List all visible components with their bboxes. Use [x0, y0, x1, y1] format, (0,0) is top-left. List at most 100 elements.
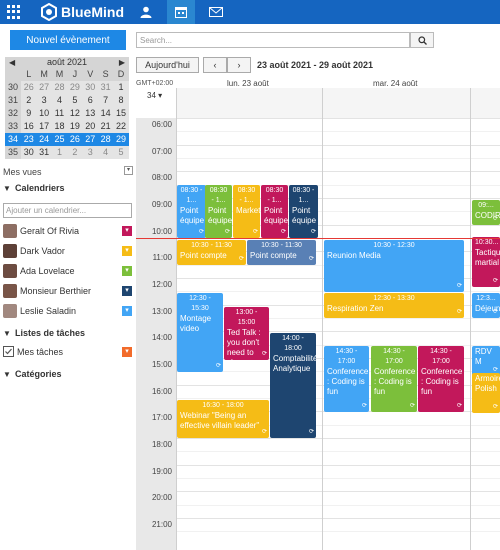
prev-month-icon[interactable]: ◀	[9, 57, 15, 68]
mini-calendar-day[interactable]: 20	[82, 120, 98, 133]
mini-calendar-day[interactable]: 9	[21, 107, 37, 120]
calendar-event[interactable]: 08:30 - 1... Marketing ⟳	[233, 185, 260, 238]
calendar-event[interactable]: 08:30 - 1... Point équipe ⟳	[205, 185, 232, 238]
calendar-color-dropdown[interactable]: ▾	[122, 246, 132, 256]
mini-calendar-day[interactable]: 2	[21, 94, 37, 107]
task-color-dropdown[interactable]: ▾	[122, 347, 132, 357]
calendar-event[interactable]: 08:30 - 1... Point équipe ⟳	[177, 185, 206, 238]
search-input[interactable]	[136, 32, 410, 48]
grid-icon[interactable]	[7, 5, 21, 19]
mini-calendar-day[interactable]: 2	[67, 146, 83, 159]
calendar-event[interactable]: 14:30 - 17:00 Conference : Coding is fun ⟳	[371, 346, 417, 412]
calendar-event[interactable]: 16:30 - 18:00 Webinar "Being an effective…	[177, 400, 269, 438]
calendar-event[interactable]: 13:00 - 15:00 Ted Talk : you don't need t…	[224, 307, 269, 360]
calendar-event[interactable]: 12:3...Déjeuner⟳	[472, 293, 500, 318]
week-number-cell[interactable]: 31	[5, 94, 21, 107]
week-number-cell[interactable]: 34	[5, 133, 21, 146]
mini-calendar-day[interactable]: 28	[97, 133, 114, 146]
contacts-nav-button[interactable]	[132, 0, 160, 24]
new-event-button[interactable]: Nouvel évènement	[10, 30, 126, 50]
calendar-color-dropdown[interactable]: ▾	[122, 266, 132, 276]
mini-calendar-day[interactable]: 13	[82, 107, 98, 120]
previous-week-button[interactable]: ‹	[203, 57, 227, 73]
next-month-icon[interactable]: ▶	[119, 57, 125, 68]
mini-calendar-day[interactable]: 1	[51, 146, 68, 159]
mini-calendar-day[interactable]: 10	[36, 107, 52, 120]
mini-calendar-day[interactable]: 29	[113, 133, 129, 146]
week-number-cell[interactable]: 30	[5, 81, 21, 94]
calendar-event[interactable]: 12:30 - 15:30 Montage video ⟳	[177, 293, 223, 372]
calendar-color-dropdown[interactable]: ▾	[122, 226, 132, 236]
mini-calendar-day[interactable]: 11	[51, 107, 68, 120]
mini-calendar-day[interactable]: 4	[51, 94, 68, 107]
calendar-list-item[interactable]: Monsieur Berthier ▾	[3, 282, 134, 300]
calendar-event[interactable]: 14:30 - 17:00 Conference : Coding is fun ⟳	[418, 346, 464, 412]
calendar-event[interactable]: 10:30 - 11:30 Point compte ⟳	[247, 240, 316, 265]
all-day-area[interactable]	[176, 88, 500, 118]
mini-calendar-day[interactable]: 17	[36, 120, 52, 133]
mini-calendar-day[interactable]: 1	[113, 81, 129, 94]
mini-calendar-day[interactable]: 8	[113, 94, 129, 107]
calendar-event[interactable]: 09:... CODIR ⟳	[472, 200, 500, 225]
mini-calendar-day[interactable]: 28	[51, 81, 68, 94]
mini-calendar-day[interactable]: 31	[36, 146, 52, 159]
day-header-monday[interactable]: lun. 23 août	[227, 79, 269, 88]
mini-calendar-day[interactable]: 29	[67, 81, 83, 94]
calendar-color-dropdown[interactable]: ▾	[122, 286, 132, 296]
calendar-event[interactable]: 14:00 - 18:00 Comptabilité Analytique ⟳	[270, 333, 316, 438]
week-number-cell[interactable]: 33	[5, 120, 21, 133]
mini-calendar-day[interactable]: 3	[82, 146, 98, 159]
my-views-dropdown[interactable]: ▾	[124, 166, 133, 175]
mini-calendar-day[interactable]: 3	[36, 94, 52, 107]
mini-calendar-day[interactable]: 26	[21, 81, 37, 94]
mini-calendar-day[interactable]: 6	[82, 94, 98, 107]
calendar-list-item[interactable]: Dark Vador ▾	[3, 242, 134, 260]
mini-calendar-day[interactable]: 21	[97, 120, 114, 133]
categories-section-title[interactable]: ▼ Catégories	[3, 369, 62, 379]
week-number-cell[interactable]: 32	[5, 107, 21, 120]
next-week-button[interactable]: ›	[227, 57, 251, 73]
mini-calendar-day[interactable]: 18	[51, 120, 68, 133]
mini-calendar-day[interactable]: 19	[67, 120, 83, 133]
calendar-event[interactable]: 08:30 - 1... Point équipe ⟳	[261, 185, 288, 238]
mini-calendar-day[interactable]: 24	[36, 133, 52, 146]
calendar-event[interactable]: 10:30... Tactique martial ⟳	[472, 237, 500, 287]
mini-calendar-day[interactable]: 5	[113, 146, 129, 159]
calendars-section-title[interactable]: ▼ Calendriers	[3, 183, 65, 193]
add-calendar-input[interactable]	[3, 203, 132, 218]
mini-calendar-day[interactable]: 30	[21, 146, 37, 159]
mini-calendar-day[interactable]: 25	[51, 133, 68, 146]
week-number-cell[interactable]: 35	[5, 146, 21, 159]
mini-calendar-day[interactable]: 7	[97, 94, 114, 107]
mini-calendar-day[interactable]: 4	[97, 146, 114, 159]
mini-calendar-day[interactable]: 5	[67, 94, 83, 107]
mini-calendar-day[interactable]: 31	[97, 81, 114, 94]
calendar-nav-button[interactable]	[167, 0, 195, 24]
tasks-section-title[interactable]: ▼ Listes de tâches	[3, 328, 85, 338]
mini-calendar-day[interactable]: 12	[67, 107, 83, 120]
mini-calendar-day[interactable]: 27	[36, 81, 52, 94]
calendar-event[interactable]: 08:30 - 1... Point équipe ⟳	[289, 185, 318, 238]
calendar-event[interactable]: 12:30 - 13:30 Respiration Zen ⟳	[324, 293, 464, 318]
calendar-event[interactable]: Armoire Polish ⟳	[472, 373, 500, 413]
search-button[interactable]	[410, 32, 434, 48]
today-button[interactable]: Aujourd'hui	[136, 57, 199, 73]
mini-calendar-day[interactable]: 30	[82, 81, 98, 94]
mini-calendar-day[interactable]: 23	[21, 133, 37, 146]
task-list-item[interactable]: Mes tâches ▾	[3, 344, 134, 360]
calendar-color-dropdown[interactable]: ▾	[122, 306, 132, 316]
mini-calendar-day[interactable]: 14	[97, 107, 114, 120]
mini-calendar-day[interactable]: 16	[21, 120, 37, 133]
mini-calendar-day[interactable]: 22	[113, 120, 129, 133]
calendar-list-item[interactable]: Leslie Saladin ▾	[3, 302, 134, 320]
mail-nav-button[interactable]	[202, 0, 230, 24]
mini-calendar-day[interactable]: 26	[67, 133, 83, 146]
calendar-event[interactable]: 10:30 - 12:30 Reunion Media ⟳	[324, 240, 464, 292]
calendar-list-item[interactable]: Geralt Of Rivia ▾	[3, 222, 134, 240]
calendar-event[interactable]: 10:30 - 11:30 Point compte ⟳	[177, 240, 246, 265]
calendar-list-item[interactable]: Ada Lovelace ▾	[3, 262, 134, 280]
mini-calendar-day[interactable]: 27	[82, 133, 98, 146]
calendar-event[interactable]: RDV M ⟳	[472, 346, 500, 376]
mini-calendar-day[interactable]: 15	[113, 107, 129, 120]
day-header-tuesday[interactable]: mar. 24 août	[373, 79, 417, 88]
